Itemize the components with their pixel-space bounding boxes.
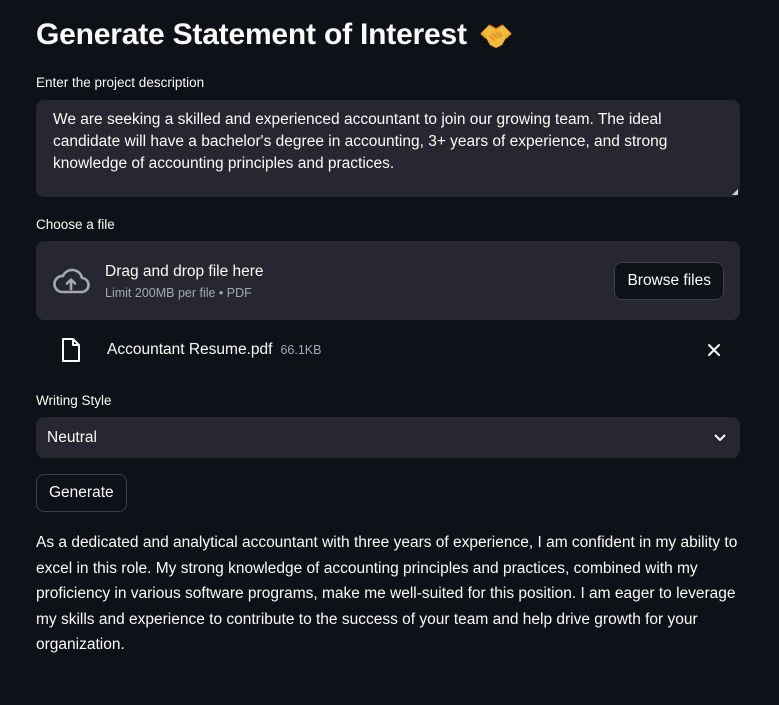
file-dropzone[interactable]: Drag and drop file here Limit 200MB per … <box>36 241 740 320</box>
dropzone-text: Drag and drop file here Limit 200MB per … <box>105 262 614 300</box>
page-title: Generate Statement of Interest <box>36 18 467 51</box>
generate-button[interactable]: Generate <box>36 474 127 512</box>
file-uploader-label: Choose a file <box>36 217 115 232</box>
file-icon <box>62 338 80 362</box>
browse-files-button[interactable]: Browse files <box>614 261 724 300</box>
writing-style-select[interactable]: Neutral <box>36 417 740 458</box>
writing-style-value: Neutral <box>47 428 97 446</box>
project-description-text: We are seeking a skilled and experienced… <box>53 111 668 172</box>
resize-grip-icon[interactable] <box>732 189 738 195</box>
chevron-down-icon <box>714 434 726 441</box>
close-icon[interactable] <box>707 343 721 357</box>
title-row: Generate Statement of Interest <box>36 0 740 70</box>
uploaded-file-size: 66.1KB <box>280 343 322 357</box>
generated-statement: As a dedicated and analytical accountant… <box>36 534 738 653</box>
cloud-upload-icon <box>53 268 90 293</box>
uploaded-file-row: Accountant Resume.pdf 66.1KB <box>36 320 740 380</box>
description-label: Enter the project description <box>36 75 205 90</box>
dropzone-limit: Limit 200MB per file • PDF <box>105 285 252 300</box>
app-page: Generate Statement of Interest Enter the… <box>0 0 779 705</box>
handshake-icon <box>480 24 512 48</box>
uploaded-file-name: Accountant Resume.pdf <box>107 341 273 358</box>
writing-style-label: Writing Style <box>36 393 112 408</box>
dropzone-instruction: Drag and drop file here <box>105 262 264 280</box>
project-description-textarea[interactable]: We are seeking a skilled and experienced… <box>36 100 740 197</box>
